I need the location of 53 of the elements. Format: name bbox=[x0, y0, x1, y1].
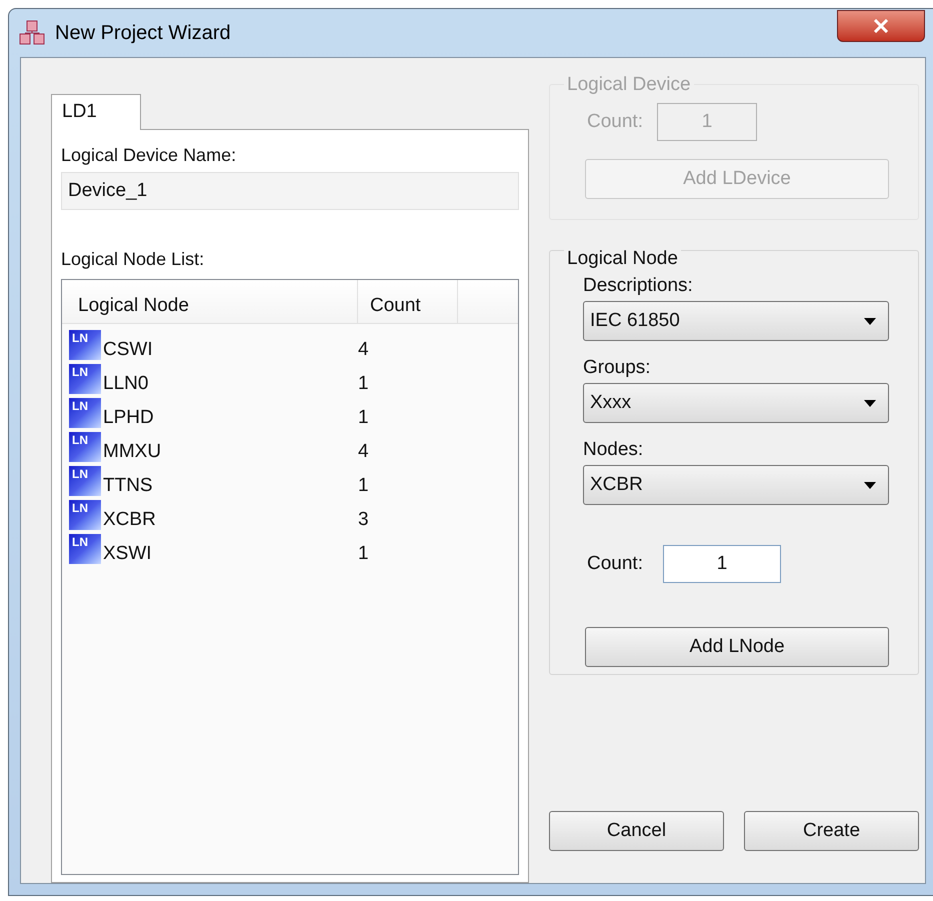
node-name: LLN0 bbox=[103, 372, 150, 396]
node-name: TTNS bbox=[103, 474, 154, 498]
node-count: 4 bbox=[358, 440, 369, 464]
node-badge-icon: LN bbox=[69, 330, 101, 360]
dropdown[interactable]: XCBR bbox=[583, 465, 889, 505]
dropdown-label: Nodes: bbox=[583, 439, 644, 461]
node-name: CSWI bbox=[103, 338, 154, 362]
column-header[interactable]: Count bbox=[358, 280, 458, 323]
node-badge-icon: LN bbox=[69, 364, 101, 394]
field-label: Logical Node List: bbox=[61, 248, 206, 271]
node-count: 4 bbox=[358, 338, 369, 362]
node-badge-icon: LN bbox=[69, 534, 101, 564]
dropdown[interactable]: Xxxx bbox=[583, 383, 889, 423]
dropdown-label: Groups: bbox=[583, 357, 652, 379]
node-count: 1 bbox=[358, 372, 369, 396]
node-count: 1 bbox=[358, 474, 369, 498]
node-name: LPHD bbox=[103, 406, 155, 430]
node-count: 1 bbox=[358, 542, 369, 566]
tab[interactable]: LD1 bbox=[51, 94, 141, 130]
push-button[interactable]: Add LNode bbox=[585, 627, 889, 667]
list-row[interactable]: LN TTNS 1 bbox=[62, 466, 518, 500]
field-label: Logical Device Name: bbox=[61, 144, 238, 167]
node-badge-icon: LN bbox=[69, 500, 101, 530]
caret-icon bbox=[864, 400, 876, 406]
close-button[interactable] bbox=[837, 10, 925, 42]
node-name: XSWI bbox=[103, 542, 153, 566]
list-row[interactable]: LN LPHD 1 bbox=[62, 398, 518, 432]
push-button[interactable]: Cancel bbox=[549, 811, 724, 851]
input-field[interactable]: Device_1 bbox=[61, 172, 519, 210]
list-row[interactable]: LN XSWI 1 bbox=[62, 534, 518, 568]
dropdown[interactable]: IEC 61850 bbox=[583, 301, 889, 341]
app-icon bbox=[19, 20, 45, 46]
push-button[interactable]: Create bbox=[744, 811, 919, 851]
list-row[interactable]: LN XCBR 3 bbox=[62, 500, 518, 534]
node-name: XCBR bbox=[103, 508, 157, 532]
dropdown-label: Descriptions: bbox=[583, 275, 694, 297]
caret-icon bbox=[864, 482, 876, 488]
window-title: New Project Wizard bbox=[55, 21, 231, 46]
count-label: Count: bbox=[587, 552, 643, 576]
node-badge-icon: LN bbox=[69, 398, 101, 428]
node-name: MMXU bbox=[103, 440, 162, 464]
caret-icon bbox=[864, 318, 876, 324]
node-badge-icon: LN bbox=[69, 466, 101, 496]
node-count: 1 bbox=[358, 406, 369, 430]
list-row[interactable]: LN CSWI 4 bbox=[62, 330, 518, 364]
node-count: 3 bbox=[358, 508, 369, 532]
list-row[interactable]: LN LLN0 1 bbox=[62, 364, 518, 398]
node-badge-icon: LN bbox=[69, 432, 101, 462]
column-header[interactable]: Logical Node bbox=[62, 280, 358, 323]
count-label: Count: bbox=[587, 110, 643, 134]
count-field[interactable]: 1 bbox=[662, 545, 781, 583]
list-row[interactable]: LN MMXU 4 bbox=[62, 432, 518, 466]
close-icon bbox=[873, 19, 889, 33]
